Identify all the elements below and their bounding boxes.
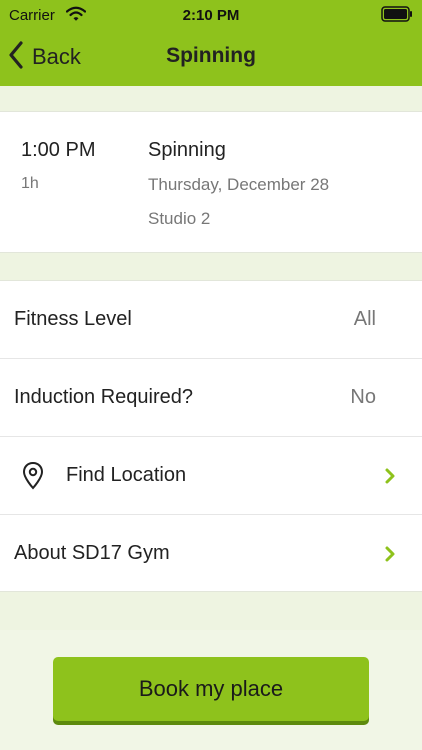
battery-icon [381,6,413,26]
fitness-level-label: Fitness Level [14,308,132,330]
status-bar: Carrier 2:10 PM [0,0,422,30]
induction-row: Induction Required? No [0,359,422,437]
fitness-level-value: All [353,308,376,330]
back-button[interactable]: Back [8,39,81,75]
session-time: 1:00 PM [21,139,96,161]
nav-bar: Back Spinning [0,30,422,86]
back-label: Back [32,44,81,69]
map-pin-icon [22,461,44,496]
about-gym-label: About SD17 Gym [14,542,170,564]
clock: 2:10 PM [182,7,240,24]
session-card: 1:00 PM 1h Spinning Thursday, December 2… [0,111,422,253]
induction-value: No [350,386,376,408]
induction-label: Induction Required? [14,386,194,408]
find-location-label: Find Location [66,464,187,486]
session-duration: 1h [21,175,39,192]
fitness-level-row: Fitness Level All [0,281,422,359]
class-studio: Studio 2 [148,209,211,228]
details-list: Fitness Level All Induction Required? No… [0,280,422,592]
class-date: Thursday, December 28 [148,175,330,194]
header: Carrier 2:10 PM Back Spinning [0,0,422,86]
book-button[interactable]: Book my place [53,657,369,721]
chevron-right-icon [384,545,396,568]
chevron-right-icon [384,467,396,490]
chevron-left-icon [8,40,24,74]
find-location-row[interactable]: Find Location [0,437,422,515]
class-name: Spinning [148,139,226,161]
about-gym-row[interactable]: About SD17 Gym [0,515,422,593]
